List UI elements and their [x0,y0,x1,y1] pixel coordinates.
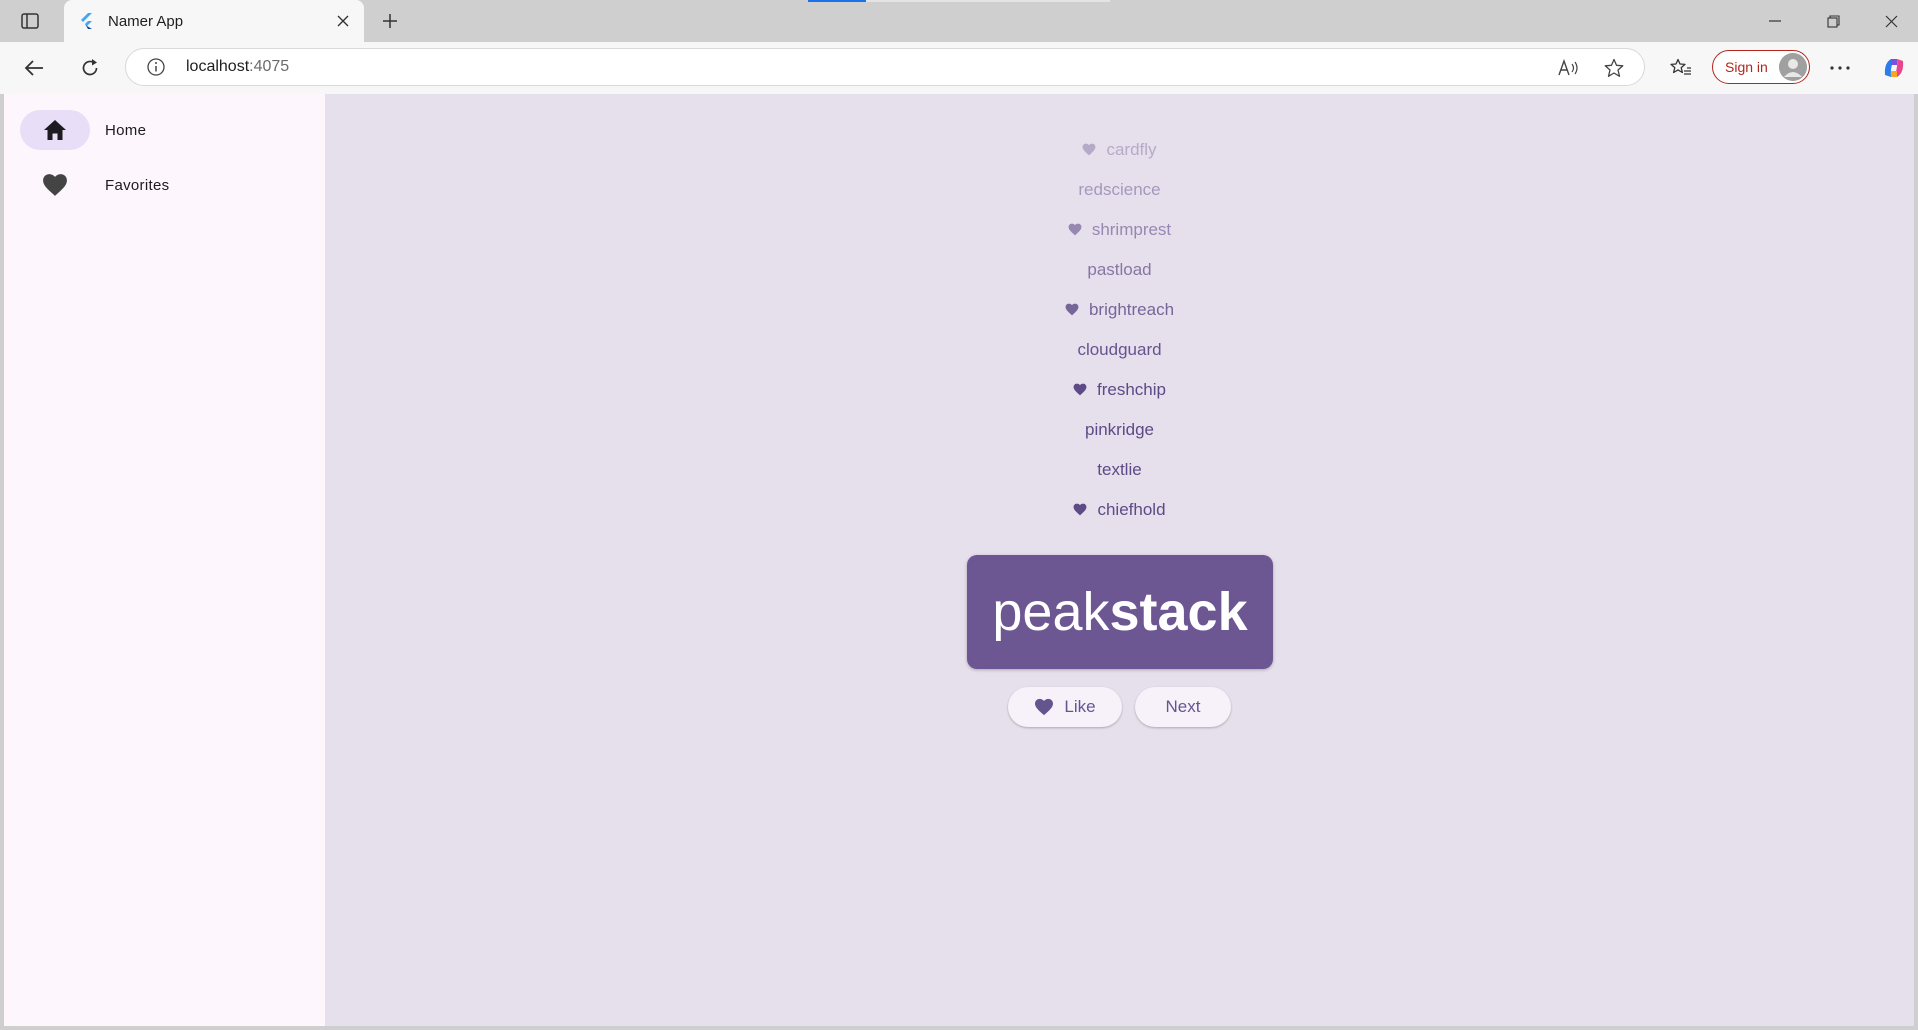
read-aloud-icon[interactable] [1556,56,1580,80]
back-icon[interactable] [18,52,50,84]
pair-first: peak [992,582,1110,642]
url-text[interactable]: localhost:4075 [186,58,289,76]
history-item-label: brightreach [1088,300,1175,319]
heart-icon [1035,698,1054,716]
close-window-icon[interactable] [1868,6,1914,36]
browser-window: Namer App localhost:4075 Sign in Home Fa… [0,0,1918,1030]
like-button[interactable]: Like [1008,687,1122,727]
heart-icon [20,165,90,205]
url-host: localhost [186,58,250,75]
history-item-label: shrimprest [1091,220,1172,239]
history-item[interactable]: brightreach [325,290,1914,330]
favorites-collection-icon[interactable] [1665,52,1697,84]
navigation-rail: Home Favorites [4,94,325,1026]
history-item[interactable]: freshchip [325,370,1914,410]
next-label: Next [1165,697,1201,716]
history-item-label: redscience [1078,180,1161,199]
history-item[interactable]: shrimprest [325,210,1914,250]
favorite-heart-icon [1082,143,1096,157]
nav-item-favorites[interactable]: Favorites [20,165,310,205]
nav-label-home: Home [105,121,147,139]
close-tab-icon[interactable] [330,8,356,34]
flutter-icon [78,12,96,30]
history-item-label: pinkridge [1085,420,1154,439]
new-tab-icon[interactable] [376,8,404,34]
loading-indicator [808,0,866,2]
sign-in-label: Sign in [1725,59,1768,75]
loading-track [866,0,1110,2]
url-port: :4075 [249,58,290,75]
history-item[interactable]: chiefhold [325,490,1914,530]
history-item-label: chiefhold [1097,500,1166,519]
reload-icon[interactable] [74,52,106,84]
sign-in-button[interactable]: Sign in [1712,50,1810,84]
browser-tab[interactable]: Namer App [64,0,364,42]
history-item[interactable]: redscience [325,170,1914,210]
nav-label-favorites: Favorites [105,176,170,194]
info-icon[interactable] [146,57,166,77]
history-item-label: freshchip [1097,380,1166,399]
sidebar-toggle-icon[interactable] [16,10,44,32]
next-button[interactable]: Next [1135,687,1231,727]
favorite-heart-icon [1073,383,1087,397]
generator-page: cardfly redscience shrimprest pastload brigh… [325,94,1914,1026]
history-list: cardfly redscience shrimprest pastload brigh… [325,130,1914,530]
current-pair-card: peak stack [967,555,1273,669]
history-item-label: pastload [1087,260,1152,279]
restore-icon[interactable] [1810,6,1856,36]
address-bar[interactable]: localhost:4075 [125,48,1645,86]
browser-toolbar: localhost:4075 Sign in [0,42,1918,94]
app-page: Home Favorites cardfly redscience shrimpre… [4,94,1914,1026]
history-item-label: textlie [1097,460,1142,479]
history-item[interactable]: textlie [325,450,1914,490]
history-item-label: cardfly [1106,140,1157,159]
copilot-icon[interactable] [1878,52,1910,84]
history-item[interactable]: cloudguard [325,330,1914,370]
history-item-label: cloudguard [1077,340,1162,359]
tab-strip: Namer App [0,0,1918,42]
favorite-heart-icon [1073,503,1087,517]
favorite-star-icon[interactable] [1602,56,1626,80]
favorite-heart-icon [1065,303,1079,317]
like-label: Like [1064,697,1096,716]
history-item[interactable]: pastload [325,250,1914,290]
nav-item-home[interactable]: Home [20,110,310,150]
pair-second: stack [1109,582,1248,642]
action-buttons: Like Next [325,687,1914,727]
more-options-icon[interactable] [1824,52,1856,84]
history-item[interactable]: pinkridge [325,410,1914,450]
minimize-icon[interactable] [1752,6,1798,36]
history-item[interactable]: cardfly [325,130,1914,170]
tab-title: Namer App [108,12,184,30]
favorite-heart-icon [1068,223,1082,237]
avatar [1779,53,1807,81]
home-icon [20,110,90,150]
